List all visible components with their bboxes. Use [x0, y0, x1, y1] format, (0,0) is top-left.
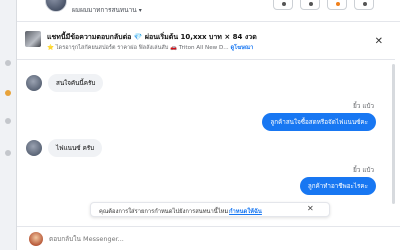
message-status: ยิ้ว แบ้ว — [353, 167, 374, 174]
nav-indicator[interactable] — [5, 60, 11, 66]
message-bubble[interactable]: สนใจคันนี้ครับ — [48, 74, 104, 92]
left-nav-strip — [0, 0, 17, 250]
sender-avatar[interactable] — [26, 140, 42, 156]
contact-avatar[interactable] — [45, 0, 67, 12]
assign-to-me-link[interactable]: กำหนดให้ฉัน — [229, 206, 262, 216]
close-icon[interactable]: ✕ — [307, 204, 314, 213]
close-icon[interactable]: ✕ — [375, 36, 383, 47]
contact-name[interactable]: ผมผมมาทการสนทนาน ▾ — [72, 5, 142, 15]
contact-name-label: ผมผมมาทการสนทนาน — [72, 6, 137, 14]
message-composer — [17, 226, 400, 250]
sender-avatar[interactable] — [26, 75, 42, 91]
assign-suggestion: คุณต้องการใส่รายการกำหนดไปยังการสนทนานี้… — [90, 202, 330, 217]
listing-thumbnail[interactable] — [25, 31, 41, 47]
info-button[interactable] — [300, 0, 320, 10]
info-icon — [309, 2, 313, 6]
user-avatar — [29, 232, 43, 246]
phone-icon — [282, 2, 286, 6]
tag-button[interactable] — [327, 0, 347, 10]
banner-subtitle: ⭐ ไดรอารุกไสกัคยนสปอร์ต ราคาผ่อ ฟิลลังเล… — [47, 44, 253, 52]
listing-banner: แชทนี้มีข้อความตอบกลับต่อ 💎 ผ่อนเริ่มต้น… — [17, 28, 395, 60]
reply-input[interactable] — [49, 233, 369, 245]
message-bubble-outgoing[interactable]: ลูกค้าทำอาชีพอะไรคะ — [299, 177, 376, 195]
view-ad-link[interactable]: ดูโฆษณา — [230, 45, 253, 51]
banner-title: แชทนี้มีข้อความตอบกลับต่อ 💎 ผ่อนเริ่มต้น… — [47, 33, 257, 41]
message-bubble[interactable]: ไฟแนนซ์ ครับ — [48, 139, 103, 157]
message-incoming: ไฟแนนซ์ ครับ — [26, 139, 103, 157]
chat-scrollbar[interactable] — [392, 64, 395, 204]
phone-button[interactable] — [273, 0, 293, 10]
banner-subtitle-text: ⭐ ไดรอารุกไสกัคยนสปอร์ต ราคาผ่อ ฟิลลังเล… — [47, 45, 229, 51]
nav-indicator[interactable] — [5, 150, 11, 156]
chevron-down-icon[interactable]: ▾ — [139, 7, 142, 14]
message-status: ยิ้ว แบ้ว — [353, 103, 374, 110]
conversation-header: ผมผมมาทการสนทนาน ▾ — [17, 0, 400, 22]
message-incoming: สนใจคันนี้ครับ — [26, 74, 104, 92]
suggestion-text: คุณต้องการใส่รายการกำหนดไปยังการสนทนานี้… — [99, 209, 229, 215]
message-bubble-outgoing[interactable]: ลูกค้าสนใจซื้อสดหรือจัดไฟแนนซ์คะ — [262, 113, 376, 131]
more-icon — [363, 2, 367, 6]
nav-indicator[interactable] — [5, 118, 11, 124]
more-button[interactable] — [354, 0, 374, 10]
nav-indicator-active[interactable] — [5, 90, 11, 96]
tag-icon — [336, 2, 340, 6]
